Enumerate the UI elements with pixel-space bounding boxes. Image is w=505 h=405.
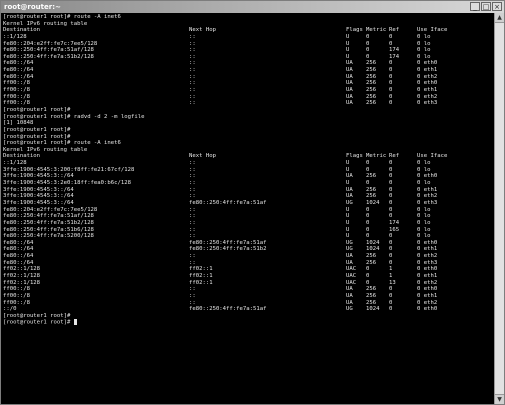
route-row: ff00::/8:: UA 256 0 0 eth2 [3,300,493,307]
minimize-button[interactable]: _ [470,2,480,11]
title-bar[interactable]: root@router:~ _ □ × [1,1,504,13]
line-text: [root@router1 root]# [3,312,71,319]
route-row: fe80::/64:: UA 256 0 0 eth3 [3,260,493,267]
text-cursor [73,319,77,326]
route-row: ff00::/8:: UA 256 0 0 eth0 [3,80,493,87]
route-row: fe80::/64:: UA 256 0 0 eth2 [3,74,493,81]
route-row: 3ffe:1900:4545:3::/64 fe80::250:4ff:fe7a:… [3,200,493,207]
maximize-button[interactable]: □ [481,2,491,11]
line-text: [root@router1 root]# route -A inet6 [3,140,121,147]
terminal-line: [root@router1 root]# [3,134,493,141]
route-row: ff00::/8:: UA 256 0 0 eth2 [3,94,493,101]
line-text: [root@router1 root]# [3,126,71,133]
route-row: ::1/128:: U 0 0 0 lo [3,160,493,167]
route-row: fe80::/64:: UA 256 0 0 eth0 [3,60,493,67]
route-row: fe80::/64:: UA 256 0 0 eth1 [3,67,493,74]
route-row: fe80::/64:: UA 256 0 0 eth2 [3,253,493,260]
terminal-window: root@router:~ _ □ × [root@router1 root]#… [0,0,505,405]
terminal-line: [root@router1 root]# [3,319,493,326]
line-text: Kernel IPv6 routing table [3,146,88,153]
route-row: fe80::204:e2ff:fe7c:7ee5/128:: U 0 0 0 lo [3,41,493,48]
route-row: ff02::1/128 ff02::1 UAC 0 1 0 eth1 [3,273,493,280]
terminal-line: [root@router1 root]# [3,313,493,320]
terminal-line: [root@router1 root]# route -A inet6 [3,14,493,21]
terminal-output[interactable]: [root@router1 root]# route -A inet6 Kerne… [1,13,495,404]
route-row: fe80::/64 fe80::250:4ff:fe7a:51af UG 1024 0 0… [3,240,493,247]
route-row: Destination Next Hop Flags Metric Ref Use Ifa… [3,27,493,34]
route-row: fe80::250:4ff:fe7a:51b2/128:: U 0 174 0 lo [3,54,493,61]
route-row: fe80::/64 fe80::250:4ff:fe7a:51b2 UG 1024 0 0… [3,246,493,253]
vertical-scrollbar[interactable]: ▲ ▼ [494,13,504,404]
route-row: fe80::250:4ff:fe7a:51b6/128:: U 0 165 0 lo [3,227,493,234]
route-row: fe80::250:4ff:fe7a:51af/128:: U 0 0 0 lo [3,213,493,220]
route-row: 3ffe:1900:4545:3::/64:: UA 256 0 0 eth0 [3,173,493,180]
route-row: ff00::/8:: UA 256 0 0 eth1 [3,87,493,94]
route-row: 3ffe:1900:4545:3:200:f8ff:fe21:67cf/128:… [3,167,493,174]
terminal-line: [root@router1 root]# [3,127,493,134]
close-button[interactable]: × [492,2,502,11]
terminal-line: [root@router1 root]# route -A inet6 [3,140,493,147]
route-row: fe80::250:4ff:fe7a:5200/128:: U 0 0 0 lo [3,233,493,240]
line-text: [root@router1 root]# [3,133,71,140]
route-row: ff02::1/128 ff02::1 UAC 0 13 0 eth2 [3,280,493,287]
terminal-line: [1] 10848 [3,120,493,127]
route-row: ff00::/8:: UA 256 0 0 eth0 [3,286,493,293]
route-row: fe80::250:4ff:fe7a:51b2/128:: U 0 174 0 lo [3,220,493,227]
line-text: [root@router1 root]# [3,319,74,326]
window-title: root@router:~ [4,3,61,11]
route-row: 3ffe:1900:4545:3::/64:: UA 256 0 0 eth2 [3,193,493,200]
line-text: [root@router1 root]# radvd -d 2 -m logfi… [3,113,145,120]
route-row: 3ffe:1900:4545:3:2e0:18ff:fea0:b6c/128::… [3,180,493,187]
terminal-line: [root@router1 root]# [3,107,493,114]
line-text: [1] 10848 [3,120,34,127]
route-row: fe80::250:4ff:fe7a:51af/128:: U 0 174 0 lo [3,47,493,54]
terminal-line: Kernel IPv6 routing table [3,147,493,154]
route-row: ff02::1/128 ff02::1 UAC 0 1 0 eth0 [3,266,493,273]
terminal-line: [root@router1 root]# radvd -d 2 -m logfi… [3,114,493,121]
terminal-line: Kernel IPv6 routing table [3,21,493,28]
line-text: Kernel IPv6 routing table [3,20,88,27]
scroll-down-icon[interactable]: ▼ [495,394,504,404]
route-row: Destination Next Hop Flags Metric Ref Use Ifa… [3,153,493,160]
route-row: fe80::204:e2ff:fe7c:7ee5/128:: U 0 0 0 lo [3,207,493,214]
route-row: ff00::/8:: UA 256 0 0 eth1 [3,293,493,300]
route-row: ::/0 fe80::250:4ff:fe7a:51af UG 1024 0 0 eth0 [3,306,493,313]
line-text: [root@router1 root]# route -A inet6 [3,14,121,20]
line-text: [root@router1 root]# [3,106,71,113]
window-controls: _ □ × [470,2,502,11]
route-row: ff00::/8:: UA 256 0 0 eth3 [3,100,493,107]
scroll-up-icon[interactable]: ▲ [495,13,504,23]
route-row: 3ffe:1900:4545:3::/64:: UA 256 0 0 eth1 [3,187,493,194]
route-row: ::1/128:: U 0 0 0 lo [3,34,493,41]
